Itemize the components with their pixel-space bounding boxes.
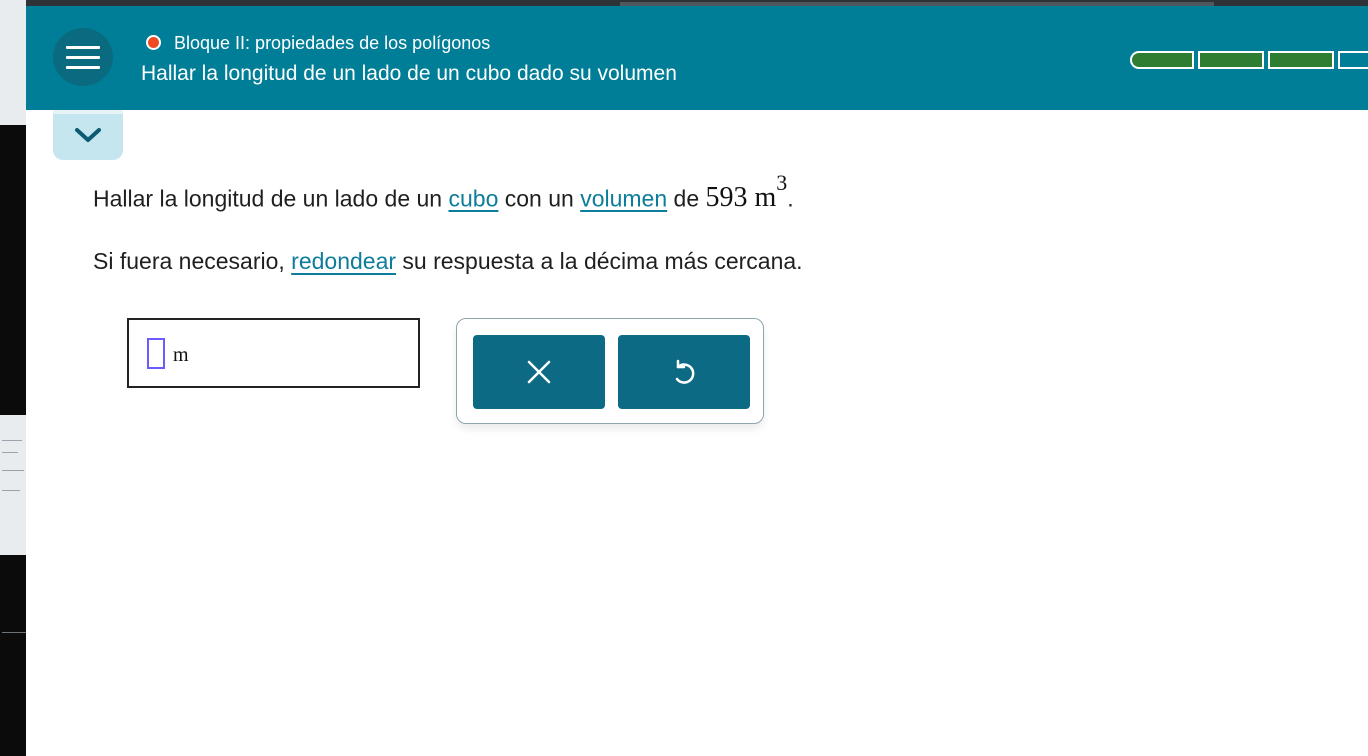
volume-expression: 593 m3 [705,170,788,214]
question-line-2: Si fuera necesario, redondear su respues… [93,248,803,274]
progress-segment [1198,51,1264,69]
progress-segment [1338,51,1368,69]
undo-icon [675,359,695,384]
progress-bar [1130,51,1368,69]
lesson-header: Bloque II: propiedades de los polígonos … [26,6,1368,110]
lesson-title: Hallar la longitud de un lado de un cubo… [141,62,677,85]
status-dot-icon [146,35,161,50]
chevron-down-icon [75,128,101,142]
action-panel [456,318,764,424]
topic-title: Bloque II: propiedades de los polígonos [174,33,491,53]
link-volumen[interactable]: volumen [580,185,667,211]
link-cubo[interactable]: cubo [448,185,498,211]
close-x-icon [527,360,551,384]
menu-button[interactable] [53,28,113,86]
clear-button[interactable] [473,335,605,409]
answer-box: m [127,318,420,388]
link-redondear[interactable]: redondear [291,248,396,274]
background-window-strip [0,0,26,756]
question-line-1: Hallar la longitud de un lado de un cubo… [93,170,794,214]
progress-segment [1268,51,1334,69]
answer-unit: m [173,344,189,366]
answer-input[interactable] [147,338,165,369]
undo-button[interactable] [618,335,750,409]
collapse-toggle[interactable] [53,110,123,160]
progress-segment [1130,51,1194,69]
